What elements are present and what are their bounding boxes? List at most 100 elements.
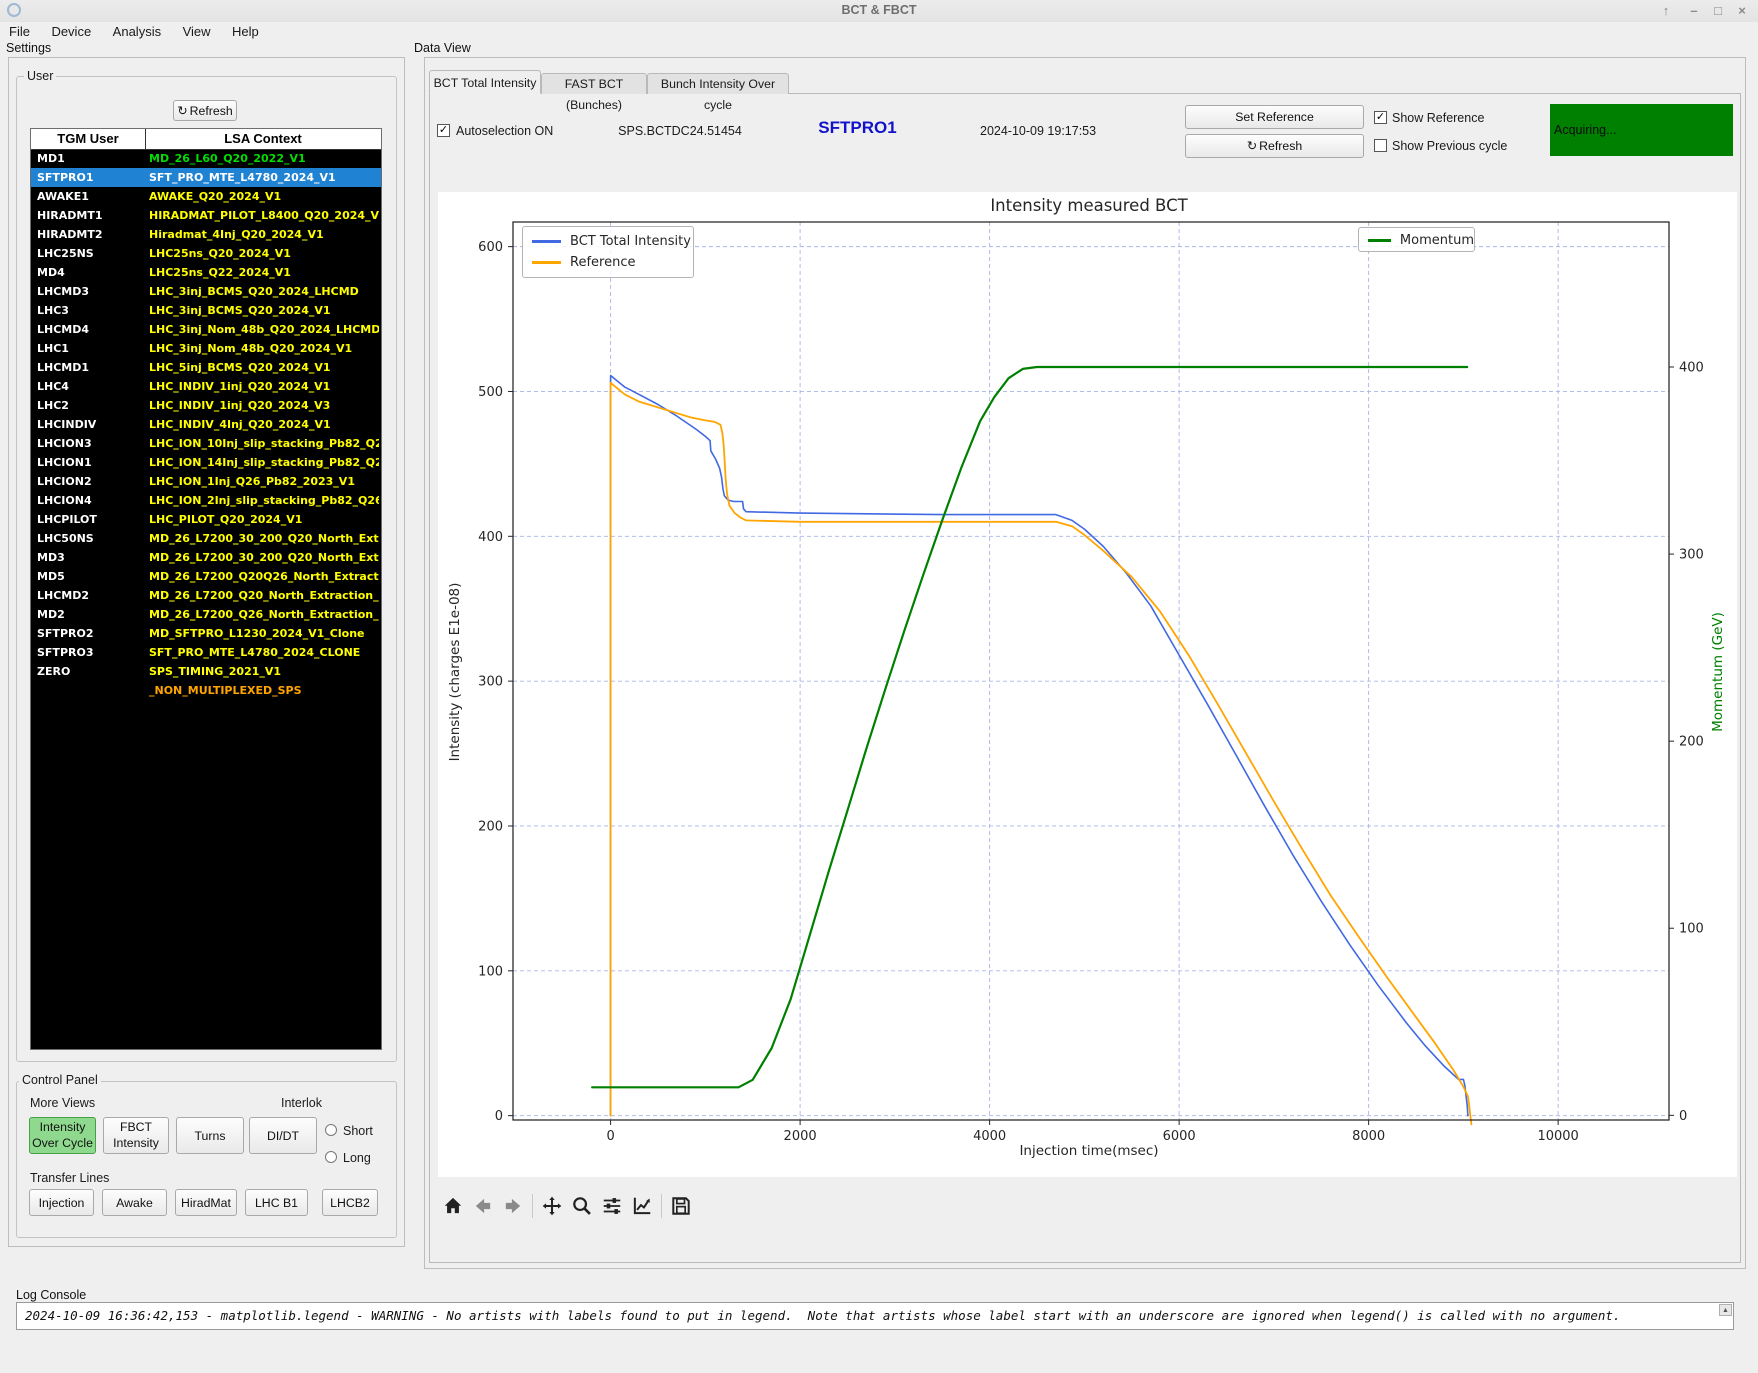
interlok-short-radio[interactable] (325, 1124, 337, 1136)
tab-fast-bct-bunches[interactable]: FAST BCT (Bunches) (541, 73, 647, 112)
table-row[interactable]: LHC4 LHC_INDIV_1inj_Q20_2024_V1 (31, 377, 381, 396)
table-row[interactable]: LHCMD3 LHC_3inj_BCMS_Q20_2024_LHCMD (31, 282, 381, 301)
user-refresh-button[interactable]: ↻ Refresh (173, 100, 237, 121)
table-row[interactable]: MD2 MD_26_L7200_Q26_North_Extraction_2024… (31, 605, 381, 624)
show-previous-checkbox[interactable] (1374, 139, 1387, 152)
reference-line-swatch (532, 261, 561, 264)
table-row[interactable]: LHCMD4 LHC_3inj_Nom_48b_Q20_2024_LHCMD (31, 320, 381, 339)
table-row[interactable]: AWAKE1 AWAKE_Q20_2024_V1 (31, 187, 381, 206)
bct-line-swatch (532, 240, 561, 243)
table-row[interactable]: _NON_MULTIPLEXED_SPS (31, 681, 381, 700)
table-row[interactable]: LHCMD1 LHC_5inj_BCMS_Q20_2024_V1 (31, 358, 381, 377)
lsa-context-cell: MD_26_L7200_30_200_Q20_North_Extractio..… (149, 551, 379, 564)
back-icon[interactable] (468, 1191, 498, 1221)
lhc-b1-button[interactable]: LHC B1 (245, 1189, 308, 1216)
table-row[interactable]: LHCPILOT LHC_PILOT_Q20_2024_V1 (31, 510, 381, 529)
table-row[interactable]: LHC25NS LHC25ns_Q20_2024_V1 (31, 244, 381, 263)
table-row[interactable]: SFTPRO2 MD_SFTPRO_L1230_2024_V1_Clone (31, 624, 381, 643)
device-name: SPS.BCTDC24.51454 (618, 124, 742, 138)
tgm-user-cell: LHC3 (37, 304, 69, 317)
table-row[interactable]: SFTPRO3 SFT_PRO_MTE_L4780_2024_CLONE (31, 643, 381, 662)
table-row[interactable]: LHCION4 LHC_ION_2Inj_slip_stacking_Pb82_Q… (31, 491, 381, 510)
lhcb2-button[interactable]: LHCB2 (322, 1189, 378, 1216)
home-icon[interactable] (438, 1191, 468, 1221)
tick-label: 200 (478, 819, 503, 834)
tgm-user-cell: MD1 (37, 152, 65, 165)
maximize-icon[interactable]: □ (1706, 0, 1730, 22)
show-reference-label: Show Reference (1392, 111, 1485, 125)
save-icon[interactable] (666, 1191, 696, 1221)
table-row[interactable]: MD1 MD_26_L60_Q20_2022_V1 (31, 149, 381, 168)
tick-label: 10000 (1537, 1129, 1578, 1144)
set-reference-button[interactable]: Set Reference (1185, 105, 1364, 129)
transfer-lines-label: Transfer Lines (30, 1171, 110, 1185)
legend-entry-reference: Reference (523, 252, 693, 273)
lsa-context-cell: MD_26_L7200_Q26_North_Extraction_2024... (149, 608, 379, 621)
table-row[interactable]: MD5 MD_26_L7200_Q20Q26_North_Extraction_2… (31, 567, 381, 586)
minimize-icon[interactable]: – (1682, 0, 1706, 22)
configure-subplots-icon[interactable] (597, 1191, 627, 1221)
scroll-up-icon[interactable]: ▲ (1719, 1304, 1732, 1316)
legend-entry-momentum: Momentum (1359, 230, 1474, 251)
user-group-label: User (24, 69, 57, 83)
show-reference-checkbox[interactable]: ✓ (1374, 111, 1387, 124)
dataview-refresh-button[interactable]: ↻ Refresh (1185, 134, 1364, 158)
menu-help[interactable]: Help (223, 22, 268, 39)
menu-analysis[interactable]: Analysis (104, 22, 170, 39)
lsa-context-cell: AWAKE_Q20_2024_V1 (149, 190, 282, 203)
close-icon[interactable]: × (1730, 0, 1754, 22)
pan-icon[interactable] (537, 1191, 567, 1221)
hiradmat-button[interactable]: HiradMat (175, 1189, 237, 1216)
tick-label: 2000 (784, 1129, 817, 1144)
menu-file[interactable]: File (0, 22, 39, 39)
table-row[interactable]: HIRADMT1 HIRADMAT_PILOT_L8400_Q20_2024_V1 (31, 206, 381, 225)
lsa-context-cell: LHC_3inj_Nom_48b_Q20_2024_V1 (149, 342, 353, 355)
awake-button[interactable]: Awake (102, 1189, 167, 1216)
tgm-user-cell: LHCION3 (37, 437, 92, 450)
didt-button[interactable]: DI/DT (249, 1117, 317, 1154)
tab-bunch-intensity-over-cycle[interactable]: Bunch Intensity Over cycle (647, 73, 789, 112)
keep-above-icon[interactable]: ↑ (1654, 0, 1678, 22)
table-row[interactable]: ZERO SPS_TIMING_2021_V1 (31, 662, 381, 681)
injection-button[interactable]: Injection (29, 1189, 94, 1216)
tick-label: 8000 (1352, 1129, 1385, 1144)
tgm-user-cell: LHCMD4 (37, 323, 90, 336)
turns-button[interactable]: Turns (176, 1117, 244, 1154)
fbct-intensity-button[interactable]: FBCT Intensity (103, 1117, 169, 1154)
table-row[interactable]: HIRADMT2 Hiradmat_4Inj_Q20_2024_V1 (31, 225, 381, 244)
menu-view[interactable]: View (174, 22, 220, 39)
tick-label: 4000 (973, 1129, 1006, 1144)
edit-axis-icon[interactable] (627, 1191, 657, 1221)
lsa-context-cell: MD_26_L7200_Q20Q26_North_Extraction_2... (149, 570, 379, 583)
table-row[interactable]: LHC2 LHC_INDIV_1inj_Q20_2024_V3 (31, 396, 381, 415)
menu-device[interactable]: Device (42, 22, 100, 39)
interlok-long-radio[interactable] (325, 1151, 337, 1163)
table-row[interactable]: SFTPRO1 SFT_PRO_MTE_L4780_2024_V1 (31, 168, 381, 187)
log-console-title: Log Console (16, 1288, 87, 1302)
tgm-user-cell: MD4 (37, 266, 65, 279)
forward-icon[interactable] (498, 1191, 528, 1221)
legend-label-reference: Reference (570, 255, 636, 270)
intensity-over-cycle-button[interactable]: Intensity Over Cycle (29, 1117, 96, 1154)
table-row[interactable]: LHCION2 LHC_ION_1Inj_Q26_Pb82_2023_V1 (31, 472, 381, 491)
tgm-user-table[interactable]: TGM User LSA Context MD1 MD_26_L60_Q20_20… (30, 128, 382, 1050)
table-row[interactable]: MD3 MD_26_L7200_30_200_Q20_North_Extracti… (31, 548, 381, 567)
table-row[interactable]: LHC1 LHC_3inj_Nom_48b_Q20_2024_V1 (31, 339, 381, 358)
table-row[interactable]: LHC3 LHC_3inj_BCMS_Q20_2024_V1 (31, 301, 381, 320)
log-console[interactable]: 2024-10-09 16:36:42,153 - matplotlib.leg… (16, 1302, 1734, 1330)
zoom-icon[interactable] (567, 1191, 597, 1221)
tgm-user-cell: LHC4 (37, 380, 69, 393)
col-header-lsa-context: LSA Context (224, 131, 302, 146)
tgm-user-cell: LHCMD2 (37, 589, 90, 602)
table-row[interactable]: LHCION1 LHC_ION_14Inj_slip_stacking_Pb82_… (31, 453, 381, 472)
table-row[interactable]: MD4 LHC25ns_Q22_2024_V1 (31, 263, 381, 282)
lsa-context-cell: HIRADMAT_PILOT_L8400_Q20_2024_V1 (149, 209, 379, 222)
tab-bct-total-intensity[interactable]: BCT Total Intensity (429, 70, 541, 94)
table-row[interactable]: LHC50NS MD_26_L7200_30_200_Q20_North_Extr… (31, 529, 381, 548)
table-row[interactable]: LHCMD2 MD_26_L7200_Q20_North_Extraction_2… (31, 586, 381, 605)
legend-momentum: Momentum (1358, 227, 1475, 252)
application-window: BCT & FBCT ↑ – □ × File Device Analysis … (0, 0, 1758, 1373)
table-row[interactable]: LHCION3 LHC_ION_10Inj_slip_stacking_Pb82_… (31, 434, 381, 453)
table-row[interactable]: LHCINDIV LHC_INDIV_4Inj_Q20_2024_V1 (31, 415, 381, 434)
autoselection-checkbox[interactable]: ✓ (437, 124, 450, 137)
